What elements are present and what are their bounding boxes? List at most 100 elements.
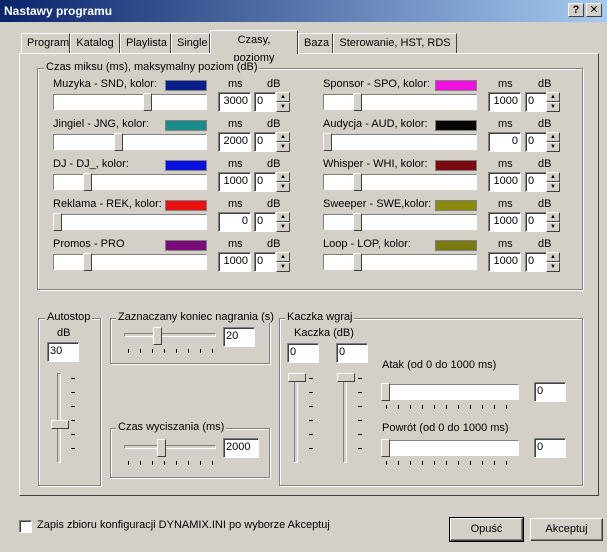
ms-input[interactable]: 1000 <box>488 212 521 232</box>
spin-down-icon[interactable]: ▼ <box>546 102 560 112</box>
attack-slider[interactable] <box>381 383 519 401</box>
mix-slider-thumb[interactable] <box>353 213 362 231</box>
accept-button[interactable]: Akceptuj <box>530 518 603 541</box>
duck-slider-2-thumb[interactable] <box>337 373 355 382</box>
color-swatch[interactable] <box>435 120 477 131</box>
end-marker-slider-thumb[interactable] <box>153 327 162 345</box>
db-input[interactable]: 0 <box>525 172 547 192</box>
spin-down-icon[interactable]: ▼ <box>276 222 290 232</box>
mix-slider[interactable] <box>323 133 477 151</box>
mix-slider-thumb[interactable] <box>83 173 92 191</box>
mix-slider[interactable] <box>323 173 477 191</box>
db-input[interactable]: 0 <box>254 132 276 152</box>
attack-slider-thumb[interactable] <box>381 383 390 401</box>
tab-sterowanie[interactable]: Sterowanie, HST, RDS <box>333 33 457 53</box>
ms-input[interactable]: 1000 <box>488 172 521 192</box>
spin-up-icon[interactable]: ▲ <box>276 212 290 222</box>
spin-up-icon[interactable]: ▲ <box>546 132 560 142</box>
ms-input[interactable]: 3000 <box>218 92 251 112</box>
spin-down-icon[interactable]: ▼ <box>276 142 290 152</box>
db-spinner[interactable]: ▲ ▼ <box>276 172 290 192</box>
color-swatch[interactable] <box>435 80 477 91</box>
spin-up-icon[interactable]: ▲ <box>546 212 560 222</box>
color-swatch[interactable] <box>165 120 207 131</box>
db-input[interactable]: 0 <box>525 132 547 152</box>
cancel-button[interactable]: Opuść <box>449 517 524 542</box>
autostop-slider-thumb[interactable] <box>51 420 69 429</box>
close-button[interactable]: ✕ <box>586 3 602 17</box>
mix-slider[interactable] <box>53 93 207 111</box>
db-input[interactable]: 0 <box>254 92 276 112</box>
attack-input[interactable]: 0 <box>534 382 566 402</box>
tab-baza[interactable]: Baza <box>298 33 333 53</box>
spin-up-icon[interactable]: ▲ <box>546 172 560 182</box>
mix-slider-thumb[interactable] <box>323 133 332 151</box>
spin-up-icon[interactable]: ▲ <box>276 92 290 102</box>
color-swatch[interactable] <box>165 240 207 251</box>
mix-slider[interactable] <box>53 173 207 191</box>
color-swatch[interactable] <box>435 160 477 171</box>
help-button[interactable]: ? <box>568 3 584 17</box>
duck-input-1[interactable]: 0 <box>287 343 319 363</box>
db-spinner[interactable]: ▲ ▼ <box>276 212 290 232</box>
db-spinner[interactable]: ▲ ▼ <box>276 252 290 272</box>
db-spinner[interactable]: ▲ ▼ <box>546 92 560 112</box>
duck-slider-2[interactable] <box>337 373 355 463</box>
spin-up-icon[interactable]: ▲ <box>546 252 560 262</box>
db-spinner[interactable]: ▲ ▼ <box>546 132 560 152</box>
tab-czasy-poziomy[interactable]: Czasy, poziomy <box>210 30 298 64</box>
db-spinner[interactable]: ▲ ▼ <box>546 252 560 272</box>
color-swatch[interactable] <box>435 240 477 251</box>
title-bar[interactable]: Nastawy programu <box>0 0 607 22</box>
autostop-slider[interactable] <box>51 373 69 463</box>
release-input[interactable]: 0 <box>534 438 566 458</box>
db-spinner[interactable]: ▲ ▼ <box>276 132 290 152</box>
mix-slider[interactable] <box>323 253 477 271</box>
release-slider[interactable] <box>381 439 519 457</box>
spin-down-icon[interactable]: ▼ <box>546 182 560 192</box>
db-spinner[interactable]: ▲ ▼ <box>276 92 290 112</box>
fade-slider[interactable] <box>124 439 216 457</box>
mix-slider[interactable] <box>53 133 207 151</box>
mix-slider-thumb[interactable] <box>53 213 62 231</box>
ms-input[interactable]: 1000 <box>488 252 521 272</box>
duck-slider-1[interactable] <box>288 373 306 463</box>
spin-up-icon[interactable]: ▲ <box>276 132 290 142</box>
spin-up-icon[interactable]: ▲ <box>276 172 290 182</box>
ms-input[interactable]: 0 <box>218 212 251 232</box>
tab-single[interactable]: Single <box>171 33 210 53</box>
ms-input[interactable]: 1000 <box>218 172 251 192</box>
duck-input-2[interactable]: 0 <box>336 343 368 363</box>
spin-down-icon[interactable]: ▼ <box>276 262 290 272</box>
spin-up-icon[interactable]: ▲ <box>546 92 560 102</box>
end-marker-slider[interactable] <box>124 327 216 345</box>
color-swatch[interactable] <box>165 160 207 171</box>
db-spinner[interactable]: ▲ ▼ <box>546 212 560 232</box>
tab-katalog[interactable]: Katalog <box>70 33 120 53</box>
release-slider-thumb[interactable] <box>381 439 390 457</box>
db-input[interactable]: 0 <box>254 212 276 232</box>
spin-down-icon[interactable]: ▼ <box>276 182 290 192</box>
end-marker-input[interactable]: 20 <box>223 327 255 347</box>
spin-down-icon[interactable]: ▼ <box>546 222 560 232</box>
ms-input[interactable]: 1000 <box>488 92 521 112</box>
ms-input[interactable]: 1000 <box>218 252 251 272</box>
mix-slider[interactable] <box>53 253 207 271</box>
db-spinner[interactable]: ▲ ▼ <box>546 172 560 192</box>
mix-slider[interactable] <box>323 93 477 111</box>
db-input[interactable]: 0 <box>525 92 547 112</box>
fade-input[interactable]: 2000 <box>223 438 259 458</box>
ms-input[interactable]: 2000 <box>218 132 251 152</box>
color-swatch[interactable] <box>165 80 207 91</box>
db-input[interactable]: 0 <box>254 172 276 192</box>
mix-slider-thumb[interactable] <box>114 133 123 151</box>
ms-input[interactable]: 0 <box>488 132 521 152</box>
mix-slider[interactable] <box>323 213 477 231</box>
db-input[interactable]: 0 <box>525 252 547 272</box>
spin-down-icon[interactable]: ▼ <box>546 142 560 152</box>
mix-slider-thumb[interactable] <box>83 253 92 271</box>
tab-program[interactable]: Program <box>21 33 70 53</box>
spin-down-icon[interactable]: ▼ <box>276 102 290 112</box>
mix-slider-thumb[interactable] <box>353 173 362 191</box>
tab-playlista[interactable]: Playlista <box>120 33 171 53</box>
